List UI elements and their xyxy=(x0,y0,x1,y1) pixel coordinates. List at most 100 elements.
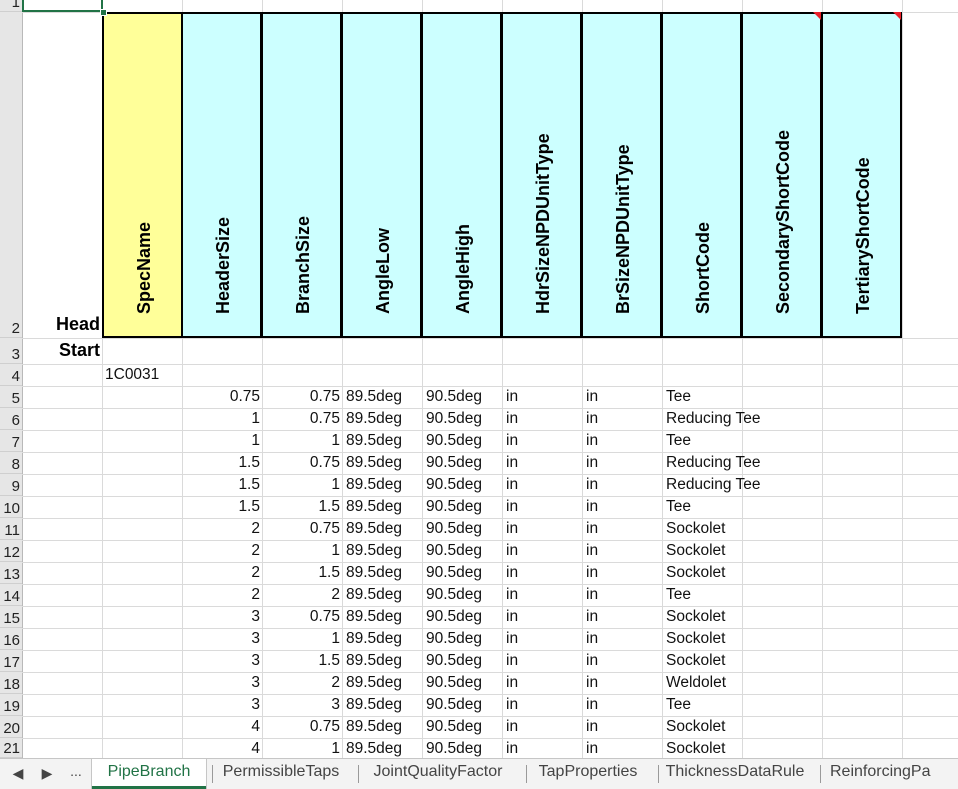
cell-hdr-unit[interactable]: in xyxy=(506,430,582,452)
cell-br-unit[interactable]: in xyxy=(586,694,662,716)
sheet-tab-permissibletaps[interactable]: PermissibleTaps xyxy=(214,759,348,789)
column-header-anglehigh[interactable]: AngleHigh xyxy=(421,12,502,338)
column-header-hdrsizenpdunittype[interactable]: HdrSizeNPDUnitType xyxy=(501,12,582,338)
fill-handle[interactable] xyxy=(100,9,107,16)
cell-br-unit[interactable]: in xyxy=(586,606,662,628)
cell-header[interactable]: 1.5 xyxy=(182,452,260,474)
row-number-20[interactable]: 20 xyxy=(0,716,22,738)
cell-high[interactable]: 90.5deg xyxy=(426,452,502,474)
row-number-17[interactable]: 17 xyxy=(0,650,22,672)
cell-low[interactable]: 89.5deg xyxy=(346,584,422,606)
cell-header[interactable]: 2 xyxy=(182,540,260,562)
sheet-tab-reinforcingpa[interactable]: ReinforcingPa xyxy=(822,759,958,789)
cell-br-unit[interactable]: in xyxy=(586,562,662,584)
cell-code[interactable]: Reducing Tee xyxy=(666,452,816,474)
row-number-10[interactable]: 10 xyxy=(0,496,22,518)
cell-hdr-unit[interactable]: in xyxy=(506,452,582,474)
cell-header[interactable]: 3 xyxy=(182,628,260,650)
cell-high[interactable]: 90.5deg xyxy=(426,738,502,758)
cell-code[interactable]: Tee xyxy=(666,496,816,518)
column-header-brsizenpdunittype[interactable]: BrSizeNPDUnitType xyxy=(581,12,662,338)
row-number-14[interactable]: 14 xyxy=(0,584,22,606)
column-header-tertiaryshortcode[interactable]: TertiaryShortCode xyxy=(821,12,902,338)
cell-br-unit[interactable]: in xyxy=(586,408,662,430)
cell-code[interactable]: Sockolet xyxy=(666,562,816,584)
cell-hdr-unit[interactable]: in xyxy=(506,628,582,650)
cell-branch[interactable]: 0.75 xyxy=(262,386,340,408)
column-header-secondaryshortcode[interactable]: SecondaryShortCode xyxy=(741,12,822,338)
cell-low[interactable]: 89.5deg xyxy=(346,672,422,694)
row-number-13[interactable]: 13 xyxy=(0,562,22,584)
row-number-5[interactable]: 5 xyxy=(0,386,22,408)
cell-code[interactable]: Reducing Tee xyxy=(666,474,816,496)
cell-code[interactable]: Sockolet xyxy=(666,606,816,628)
cell-code[interactable]: Sockolet xyxy=(666,650,816,672)
cell-code[interactable]: Sockolet xyxy=(666,716,816,738)
cell-hdr-unit[interactable]: in xyxy=(506,606,582,628)
row-number-9[interactable]: 9 xyxy=(0,474,22,496)
cell-code[interactable]: Sockolet xyxy=(666,540,816,562)
row-number-11[interactable]: 11 xyxy=(0,518,22,540)
cell-header[interactable]: 3 xyxy=(182,606,260,628)
cell-hdr-unit[interactable]: in xyxy=(506,716,582,738)
cell-branch[interactable]: 0.75 xyxy=(262,518,340,540)
row-number-16[interactable]: 16 xyxy=(0,628,22,650)
cell-hdr-unit[interactable]: in xyxy=(506,584,582,606)
cell-high[interactable]: 90.5deg xyxy=(426,606,502,628)
sheet-tab-pipebranch[interactable]: PipeBranch xyxy=(92,759,206,789)
sheet-tab-tapproperties[interactable]: TapProperties xyxy=(528,759,648,789)
cell-low[interactable]: 89.5deg xyxy=(346,606,422,628)
row-number-12[interactable]: 12 xyxy=(0,540,22,562)
cell-hdr-unit[interactable]: in xyxy=(506,672,582,694)
cell-high[interactable]: 90.5deg xyxy=(426,694,502,716)
cell-high[interactable]: 90.5deg xyxy=(426,716,502,738)
cell-high[interactable]: 90.5deg xyxy=(426,474,502,496)
cell-header[interactable]: 1.5 xyxy=(182,474,260,496)
cell-code[interactable]: Weldolet xyxy=(666,672,816,694)
cell-low[interactable]: 89.5deg xyxy=(346,430,422,452)
cell-high[interactable]: 90.5deg xyxy=(426,518,502,540)
cell-br-unit[interactable]: in xyxy=(586,430,662,452)
cell-br-unit[interactable]: in xyxy=(586,738,662,758)
selected-cell[interactable] xyxy=(22,0,103,12)
cell-header[interactable]: 1 xyxy=(182,430,260,452)
cell-high[interactable]: 90.5deg xyxy=(426,650,502,672)
cell-br-unit[interactable]: in xyxy=(586,716,662,738)
cell-hdr-unit[interactable]: in xyxy=(506,738,582,758)
cell-branch[interactable]: 1 xyxy=(262,738,340,758)
column-header-branchsize[interactable]: BranchSize xyxy=(261,12,342,338)
cell-code[interactable]: Tee xyxy=(666,584,816,606)
cell-branch[interactable]: 0.75 xyxy=(262,452,340,474)
sheet-tab-thicknessdatarule[interactable]: ThicknessDataRule xyxy=(660,759,810,789)
cell-hdr-unit[interactable]: in xyxy=(506,408,582,430)
comment-indicator-icon[interactable] xyxy=(893,12,901,20)
row-number-4[interactable]: 4 xyxy=(0,364,22,386)
cell-high[interactable]: 90.5deg xyxy=(426,628,502,650)
cell-br-unit[interactable]: in xyxy=(586,650,662,672)
row-number-21[interactable]: 21 xyxy=(0,738,22,758)
cell-low[interactable]: 89.5deg xyxy=(346,716,422,738)
column-header-anglelow[interactable]: AngleLow xyxy=(341,12,422,338)
cell-header[interactable]: 2 xyxy=(182,584,260,606)
cell-branch[interactable]: 0.75 xyxy=(262,606,340,628)
start-label[interactable]: Start xyxy=(30,340,100,361)
cell-branch[interactable]: 3 xyxy=(262,694,340,716)
sheet-tab-jointqualityfactor[interactable]: JointQualityFactor xyxy=(360,759,516,789)
cell-high[interactable]: 90.5deg xyxy=(426,562,502,584)
spec-name-cell[interactable]: 1C0031 xyxy=(105,364,159,386)
cell-high[interactable]: 90.5deg xyxy=(426,430,502,452)
cell-low[interactable]: 89.5deg xyxy=(346,650,422,672)
cell-high[interactable]: 90.5deg xyxy=(426,408,502,430)
cell-hdr-unit[interactable]: in xyxy=(506,474,582,496)
cell-header[interactable]: 1 xyxy=(182,408,260,430)
cell-code[interactable]: Sockolet xyxy=(666,518,816,540)
more-sheets-button[interactable]: ... xyxy=(66,763,86,779)
cell-high[interactable]: 90.5deg xyxy=(426,386,502,408)
cell-br-unit[interactable]: in xyxy=(586,672,662,694)
cell-br-unit[interactable]: in xyxy=(586,452,662,474)
cell-low[interactable]: 89.5deg xyxy=(346,540,422,562)
cell-high[interactable]: 90.5deg xyxy=(426,672,502,694)
cell-branch[interactable]: 1 xyxy=(262,430,340,452)
cell-hdr-unit[interactable]: in xyxy=(506,386,582,408)
row-number-6[interactable]: 6 xyxy=(0,408,22,430)
